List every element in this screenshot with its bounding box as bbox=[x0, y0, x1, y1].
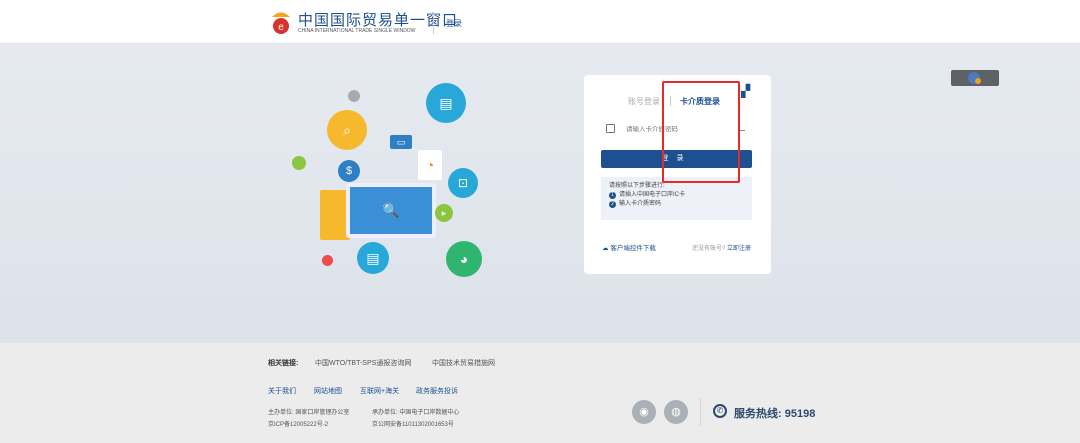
step-number: 2 bbox=[609, 201, 616, 208]
weibo-icon[interactable]: ◍ bbox=[664, 400, 688, 424]
phone-icon: ✆ bbox=[713, 404, 727, 418]
icp-number[interactable]: 京ICP备12005222号-2 bbox=[268, 419, 328, 428]
monitor-icon: 🔍 bbox=[346, 183, 436, 238]
footer bbox=[0, 343, 1080, 443]
brand-title: 中国国际贸易单一窗口 bbox=[298, 12, 459, 29]
highlight-box bbox=[662, 81, 740, 183]
service-hotline: 服务热线: 95198 bbox=[734, 408, 816, 420]
qr-code-icon[interactable]: ▞ bbox=[741, 84, 750, 98]
step-item: 2 输入卡介质密码 bbox=[609, 200, 744, 209]
step-text: 输入卡介质密码 bbox=[619, 201, 662, 207]
dollar-icon: $ bbox=[338, 160, 360, 182]
register-prompt: 还没有账号? 立即注册 bbox=[692, 243, 751, 252]
footer-link-about[interactable]: 关于我们 bbox=[268, 386, 296, 396]
step-item: 1 请插入中国电子口岸IC卡 bbox=[609, 191, 744, 200]
divider bbox=[700, 398, 701, 426]
brand-subtitle: CHINA INTERNATIONAL TRADE SINGLE WINDOW bbox=[298, 28, 416, 34]
related-links-label: 相关链接: bbox=[268, 360, 299, 367]
header: e 中国国际贸易单一窗口 CHINA INTERNATIONAL TRADE S… bbox=[0, 0, 1080, 44]
client-download-link[interactable]: ☁ 客户端控件下载 bbox=[602, 242, 656, 252]
operator-unit: 承办单位: 中国电子口岸数据中心 bbox=[372, 410, 460, 416]
wechat-icon[interactable]: ◉ bbox=[632, 400, 656, 424]
tab-account-login[interactable]: 账号登录 bbox=[628, 96, 660, 107]
divider bbox=[433, 12, 434, 34]
pie-chart-icon: ◕ bbox=[446, 241, 482, 277]
dot-icon bbox=[348, 90, 360, 102]
dot-icon bbox=[322, 255, 333, 266]
floating-widget[interactable] bbox=[951, 70, 999, 86]
presentation-icon: ⊡ bbox=[448, 168, 478, 198]
logo-icon: e bbox=[272, 12, 290, 34]
no-account-text: 还没有账号? bbox=[692, 246, 726, 252]
header-login-link[interactable]: 登录 bbox=[446, 18, 462, 29]
step-number: 1 bbox=[609, 192, 616, 199]
step-text: 请插入中国电子口岸IC卡 bbox=[619, 192, 686, 198]
document-icon: ▤ bbox=[426, 83, 466, 123]
related-link[interactable]: 中国技术贸易措施网 bbox=[432, 358, 495, 368]
footer-link-sitemap[interactable]: 网站地图 bbox=[314, 386, 342, 396]
register-link[interactable]: 立即注册 bbox=[727, 246, 751, 252]
host-unit: 主办单位: 国家口岸管理办公室 bbox=[268, 410, 350, 416]
lock-icon bbox=[606, 124, 615, 133]
chart-doc-icon: ◔ bbox=[418, 150, 442, 180]
dot-icon bbox=[292, 156, 306, 170]
globe-search-icon: ⌕ bbox=[327, 110, 367, 150]
steps-title: 请按照以下步骤进行: bbox=[609, 183, 665, 189]
svg-text:e: e bbox=[278, 22, 284, 33]
truck-icon: ▸ bbox=[435, 204, 453, 222]
login-steps: 请按照以下步骤进行: 1 请插入中国电子口岸IC卡 2 输入卡介质密码 bbox=[601, 177, 752, 220]
download-label: 客户端控件下载 bbox=[610, 245, 656, 252]
briefcase-icon: ▭ bbox=[390, 135, 412, 149]
footer-link-complaint[interactable]: 政务服务投诉 bbox=[416, 386, 458, 396]
footer-link-internet-customs[interactable]: 互联网+海关 bbox=[360, 386, 399, 396]
related-link[interactable]: 中国WTO/TBT-SPS通报咨询网 bbox=[315, 358, 411, 368]
clipboard-icon: ▤ bbox=[357, 242, 389, 274]
trade-illustration: ⌕ ▤ $ ▭ ◔ ⊡ 🔍 ▸ ▤ ◕ bbox=[280, 80, 500, 280]
badge-icon bbox=[975, 78, 981, 84]
main-area bbox=[0, 44, 1080, 343]
police-record[interactable]: 京公网安备11011302001653号 bbox=[372, 419, 454, 428]
